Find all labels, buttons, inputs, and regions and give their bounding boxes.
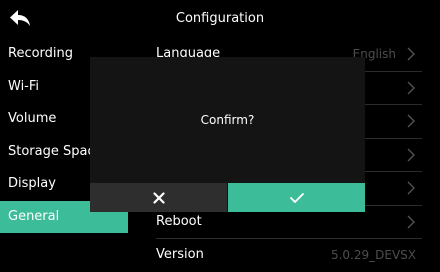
confirm-dialog: Confirm?: [90, 57, 365, 212]
sidebar-item-label: Volume: [8, 111, 57, 126]
sidebar-item-label: Recording: [8, 46, 74, 61]
sidebar-item-label: General: [8, 208, 60, 224]
row-label: Version: [156, 247, 204, 262]
chevron-right-icon: [406, 181, 416, 195]
chevron-right-icon: [406, 114, 416, 128]
dialog-message: Confirm?: [200, 113, 255, 127]
top-bar: Configuration: [0, 0, 440, 36]
sidebar-item-label: Storage Space: [8, 143, 103, 159]
row-value: 5.0.29_DEVSX: [330, 248, 416, 262]
sidebar-item-label: Display: [8, 176, 56, 191]
cancel-button[interactable]: [90, 183, 227, 212]
page-title: Configuration: [175, 11, 265, 26]
chevron-right-icon: [406, 148, 416, 162]
confirm-button[interactable]: [228, 183, 365, 212]
chevron-right-icon: [406, 47, 416, 61]
settings-row-version: Version 5.0.29_DEVSX: [156, 239, 422, 272]
chevron-right-icon: [406, 81, 416, 95]
chevron-right-icon: [406, 215, 416, 229]
sidebar-item-label: Wi-Fi: [8, 78, 40, 94]
